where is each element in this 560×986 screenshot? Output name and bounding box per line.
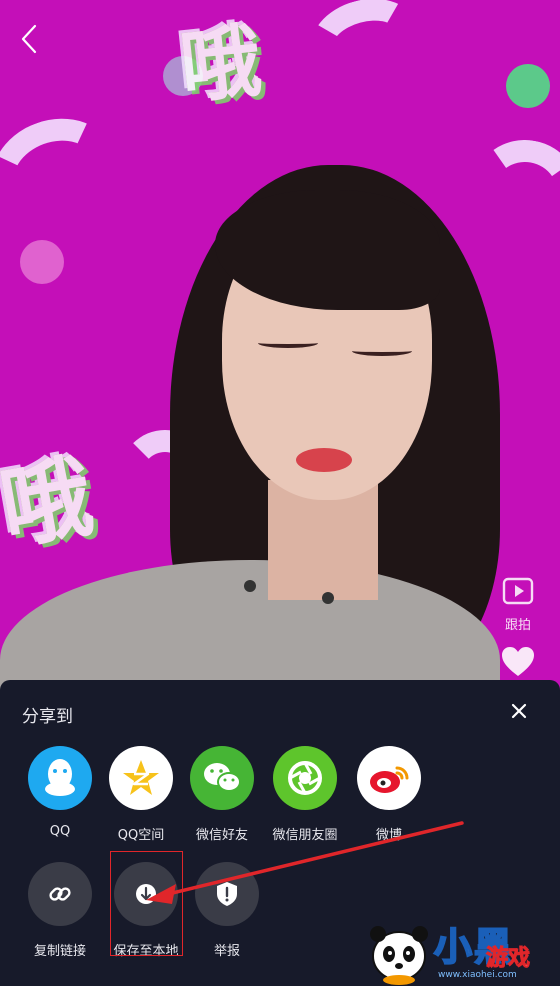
wechat-icon: [190, 746, 254, 810]
hoodie-grommet: [244, 580, 256, 592]
share-moments[interactable]: 微信朋友圈: [263, 746, 347, 843]
action-label: 复制链接: [33, 944, 86, 959]
weibo-icon: [357, 746, 421, 810]
site-watermark: 小黑 游戏 www.xiaohei.com: [366, 916, 560, 986]
share-wechat[interactable]: 微信好友: [180, 746, 264, 843]
person-eye: [258, 338, 318, 348]
remix-label: 跟拍: [504, 618, 531, 633]
share-label: QQ: [49, 824, 71, 839]
play-video-icon: [502, 577, 534, 605]
annotation-highlight-box: [110, 851, 183, 956]
person-eye: [352, 346, 412, 356]
qq-penguin-icon: [28, 746, 92, 810]
share-label: 微博: [375, 828, 402, 843]
action-label: 举报: [213, 944, 240, 959]
decor-dot: [20, 240, 64, 284]
share-weibo[interactable]: 微博: [347, 746, 431, 843]
share-label: QQ空间: [117, 828, 165, 843]
watermark-url: www.xiaohei.com: [438, 970, 517, 980]
decor-tilde: [301, 0, 429, 93]
remix-button[interactable]: 跟拍: [496, 574, 540, 633]
sticker-text: 哦: [176, 14, 266, 115]
watermark-tag: 游戏: [485, 946, 531, 972]
sticker-text: 哦: [0, 443, 100, 563]
heart-icon: [502, 647, 534, 676]
qzone-star-icon: [109, 746, 173, 810]
decor-tilde: [0, 101, 135, 249]
video-player[interactable]: 哦 哦: [0, 0, 560, 700]
decor-dot: [506, 64, 550, 108]
hoodie-grommet: [322, 592, 334, 604]
panda-mascot-icon: [370, 926, 428, 985]
back-button[interactable]: [14, 24, 44, 54]
person-lips: [296, 448, 352, 472]
report-shield-icon: [195, 862, 259, 926]
copy-link-button[interactable]: 复制链接: [18, 862, 102, 959]
share-qzone[interactable]: QQ空间: [99, 746, 183, 843]
share-sheet-title: 分享到: [22, 707, 73, 727]
close-button[interactable]: [508, 700, 530, 722]
link-icon: [28, 862, 92, 926]
decor-tilde: [461, 131, 560, 259]
report-button[interactable]: 举报: [185, 862, 269, 959]
moments-aperture-icon: [273, 746, 337, 810]
close-icon: [511, 703, 527, 719]
share-qq[interactable]: QQ: [18, 746, 102, 839]
like-button[interactable]: [496, 646, 540, 682]
share-label: 微信好友: [195, 828, 248, 843]
share-label: 微信朋友圈: [272, 828, 338, 843]
chevron-left-icon: [21, 24, 37, 54]
